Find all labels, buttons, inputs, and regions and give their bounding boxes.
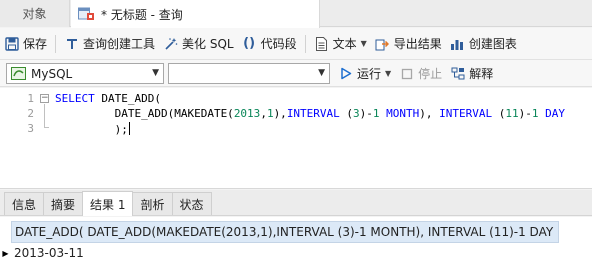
fold-toggle-icon[interactable]: − <box>40 94 49 103</box>
export-result-label: 导出结果 <box>393 37 442 51</box>
chevron-down-icon: ▼ <box>385 69 392 78</box>
export-icon <box>375 36 390 51</box>
toolbar-divider <box>304 34 306 53</box>
stop-icon <box>399 66 414 81</box>
tab-objects[interactable]: 对象 <box>0 0 70 27</box>
tab-status-label: 状态 <box>179 197 204 212</box>
code-line-3: ); <box>55 122 130 136</box>
chevron-down-icon: ▼ <box>152 68 159 78</box>
text-menu-button[interactable]: 文本 ▼ <box>310 32 371 56</box>
code-snippet-button[interactable]: () 代码段 <box>238 32 301 56</box>
code-line-2: DATE_ADD(MAKEDATE(2013,1),INTERVAL (3)-1… <box>55 107 566 120</box>
tab-query[interactable]: * 无标题 - 查询 <box>71 0 320 28</box>
tab-objects-label: 对象 <box>22 7 47 21</box>
explain-label: 解释 <box>469 67 494 81</box>
run-label: 运行 <box>357 67 382 81</box>
editor-gutter: 1 2 3 <box>0 88 40 188</box>
save-label: 保存 <box>23 37 48 51</box>
tab-query-label: * 无标题 - 查询 <box>101 7 183 22</box>
query-builder-label: 查询创建工具 <box>83 37 156 51</box>
query-tab-icon <box>78 7 95 21</box>
tab-result-1-label: 结果 1 <box>90 197 126 212</box>
main-toolbar: 保存 查询创建工具 美化 SQL () 代码段 文本 ▼ 导出结果 创建图表 <box>0 28 592 60</box>
run-controls: 运行 ▼ 停止 解释 <box>336 63 497 84</box>
beautify-sql-label: 美化 SQL <box>182 37 234 51</box>
current-row-marker-icon: ▶ <box>2 248 9 258</box>
fold-guide-end <box>44 127 49 128</box>
tab-info-label: 信息 <box>12 197 37 212</box>
line-number: 2 <box>27 107 34 120</box>
tab-profile-label: 剖析 <box>140 197 165 212</box>
magic-wand-icon <box>163 36 178 51</box>
chart-icon <box>450 36 465 51</box>
column-header-label: DATE_ADD( DATE_ADD(MAKEDATE(2013,1),INTE… <box>15 225 559 239</box>
save-icon <box>4 36 19 51</box>
table-row[interactable]: ▶ 2013-03-11 <box>0 243 592 263</box>
mysql-icon <box>11 67 26 80</box>
code-snippet-label: 代码段 <box>260 37 297 51</box>
beautify-sql-button[interactable]: 美化 SQL <box>159 32 238 56</box>
connection-bar: MySQL ▼ ▼ 运行 ▼ 停止 解释 <box>0 60 592 87</box>
tab-result-1[interactable]: 结果 1 <box>82 191 134 216</box>
toolbar-divider <box>55 34 57 53</box>
sql-editor[interactable]: 1 2 3 − SELECT DATE_ADD( DATE_ADD(MAKEDA… <box>0 88 592 189</box>
chevron-down-icon: ▼ <box>318 68 325 78</box>
stop-label: 停止 <box>418 67 443 81</box>
text-cursor <box>128 122 130 135</box>
fold-guide <box>44 104 45 128</box>
query-builder-icon <box>64 36 79 51</box>
play-icon <box>338 66 353 81</box>
result-grid: DATE_ADD( DATE_ADD(MAKEDATE(2013,1),INTE… <box>0 217 592 270</box>
create-chart-label: 创建图表 <box>468 37 517 51</box>
run-button[interactable]: 运行 ▼ <box>336 62 395 86</box>
tab-summary[interactable]: 摘要 <box>43 192 84 215</box>
database-select[interactable]: ▼ <box>168 63 330 84</box>
explain-button[interactable]: 解释 <box>446 62 497 86</box>
create-chart-button[interactable]: 创建图表 <box>446 32 521 56</box>
explain-icon <box>450 66 465 81</box>
tab-summary-label: 摘要 <box>51 197 76 212</box>
save-button[interactable]: 保存 <box>0 32 51 56</box>
stop-button[interactable]: 停止 <box>395 62 446 86</box>
connection-select-value: MySQL <box>31 66 73 81</box>
text-menu-label: 文本 <box>332 37 357 51</box>
document-icon <box>314 36 329 51</box>
tab-status[interactable]: 状态 <box>171 192 212 215</box>
line-number: 3 <box>27 122 34 135</box>
tab-profile[interactable]: 剖析 <box>132 192 173 215</box>
tab-info[interactable]: 信息 <box>4 192 45 215</box>
export-result-button[interactable]: 导出结果 <box>371 32 446 56</box>
result-tab-strip: 信息 摘要 结果 1 剖析 状态 <box>0 190 592 216</box>
code-line-1: SELECT DATE_ADD( <box>55 92 161 105</box>
line-number: 1 <box>27 92 34 105</box>
query-builder-button[interactable]: 查询创建工具 <box>60 32 159 56</box>
chevron-down-icon: ▼ <box>360 39 367 48</box>
document-tab-strip: 对象 * 无标题 - 查询 <box>0 0 592 28</box>
parentheses-icon: () <box>243 36 256 51</box>
table-cell[interactable]: 2013-03-11 <box>11 246 84 260</box>
connection-select[interactable]: MySQL ▼ <box>6 63 164 84</box>
column-header[interactable]: DATE_ADD( DATE_ADD(MAKEDATE(2013,1),INTE… <box>11 221 559 243</box>
